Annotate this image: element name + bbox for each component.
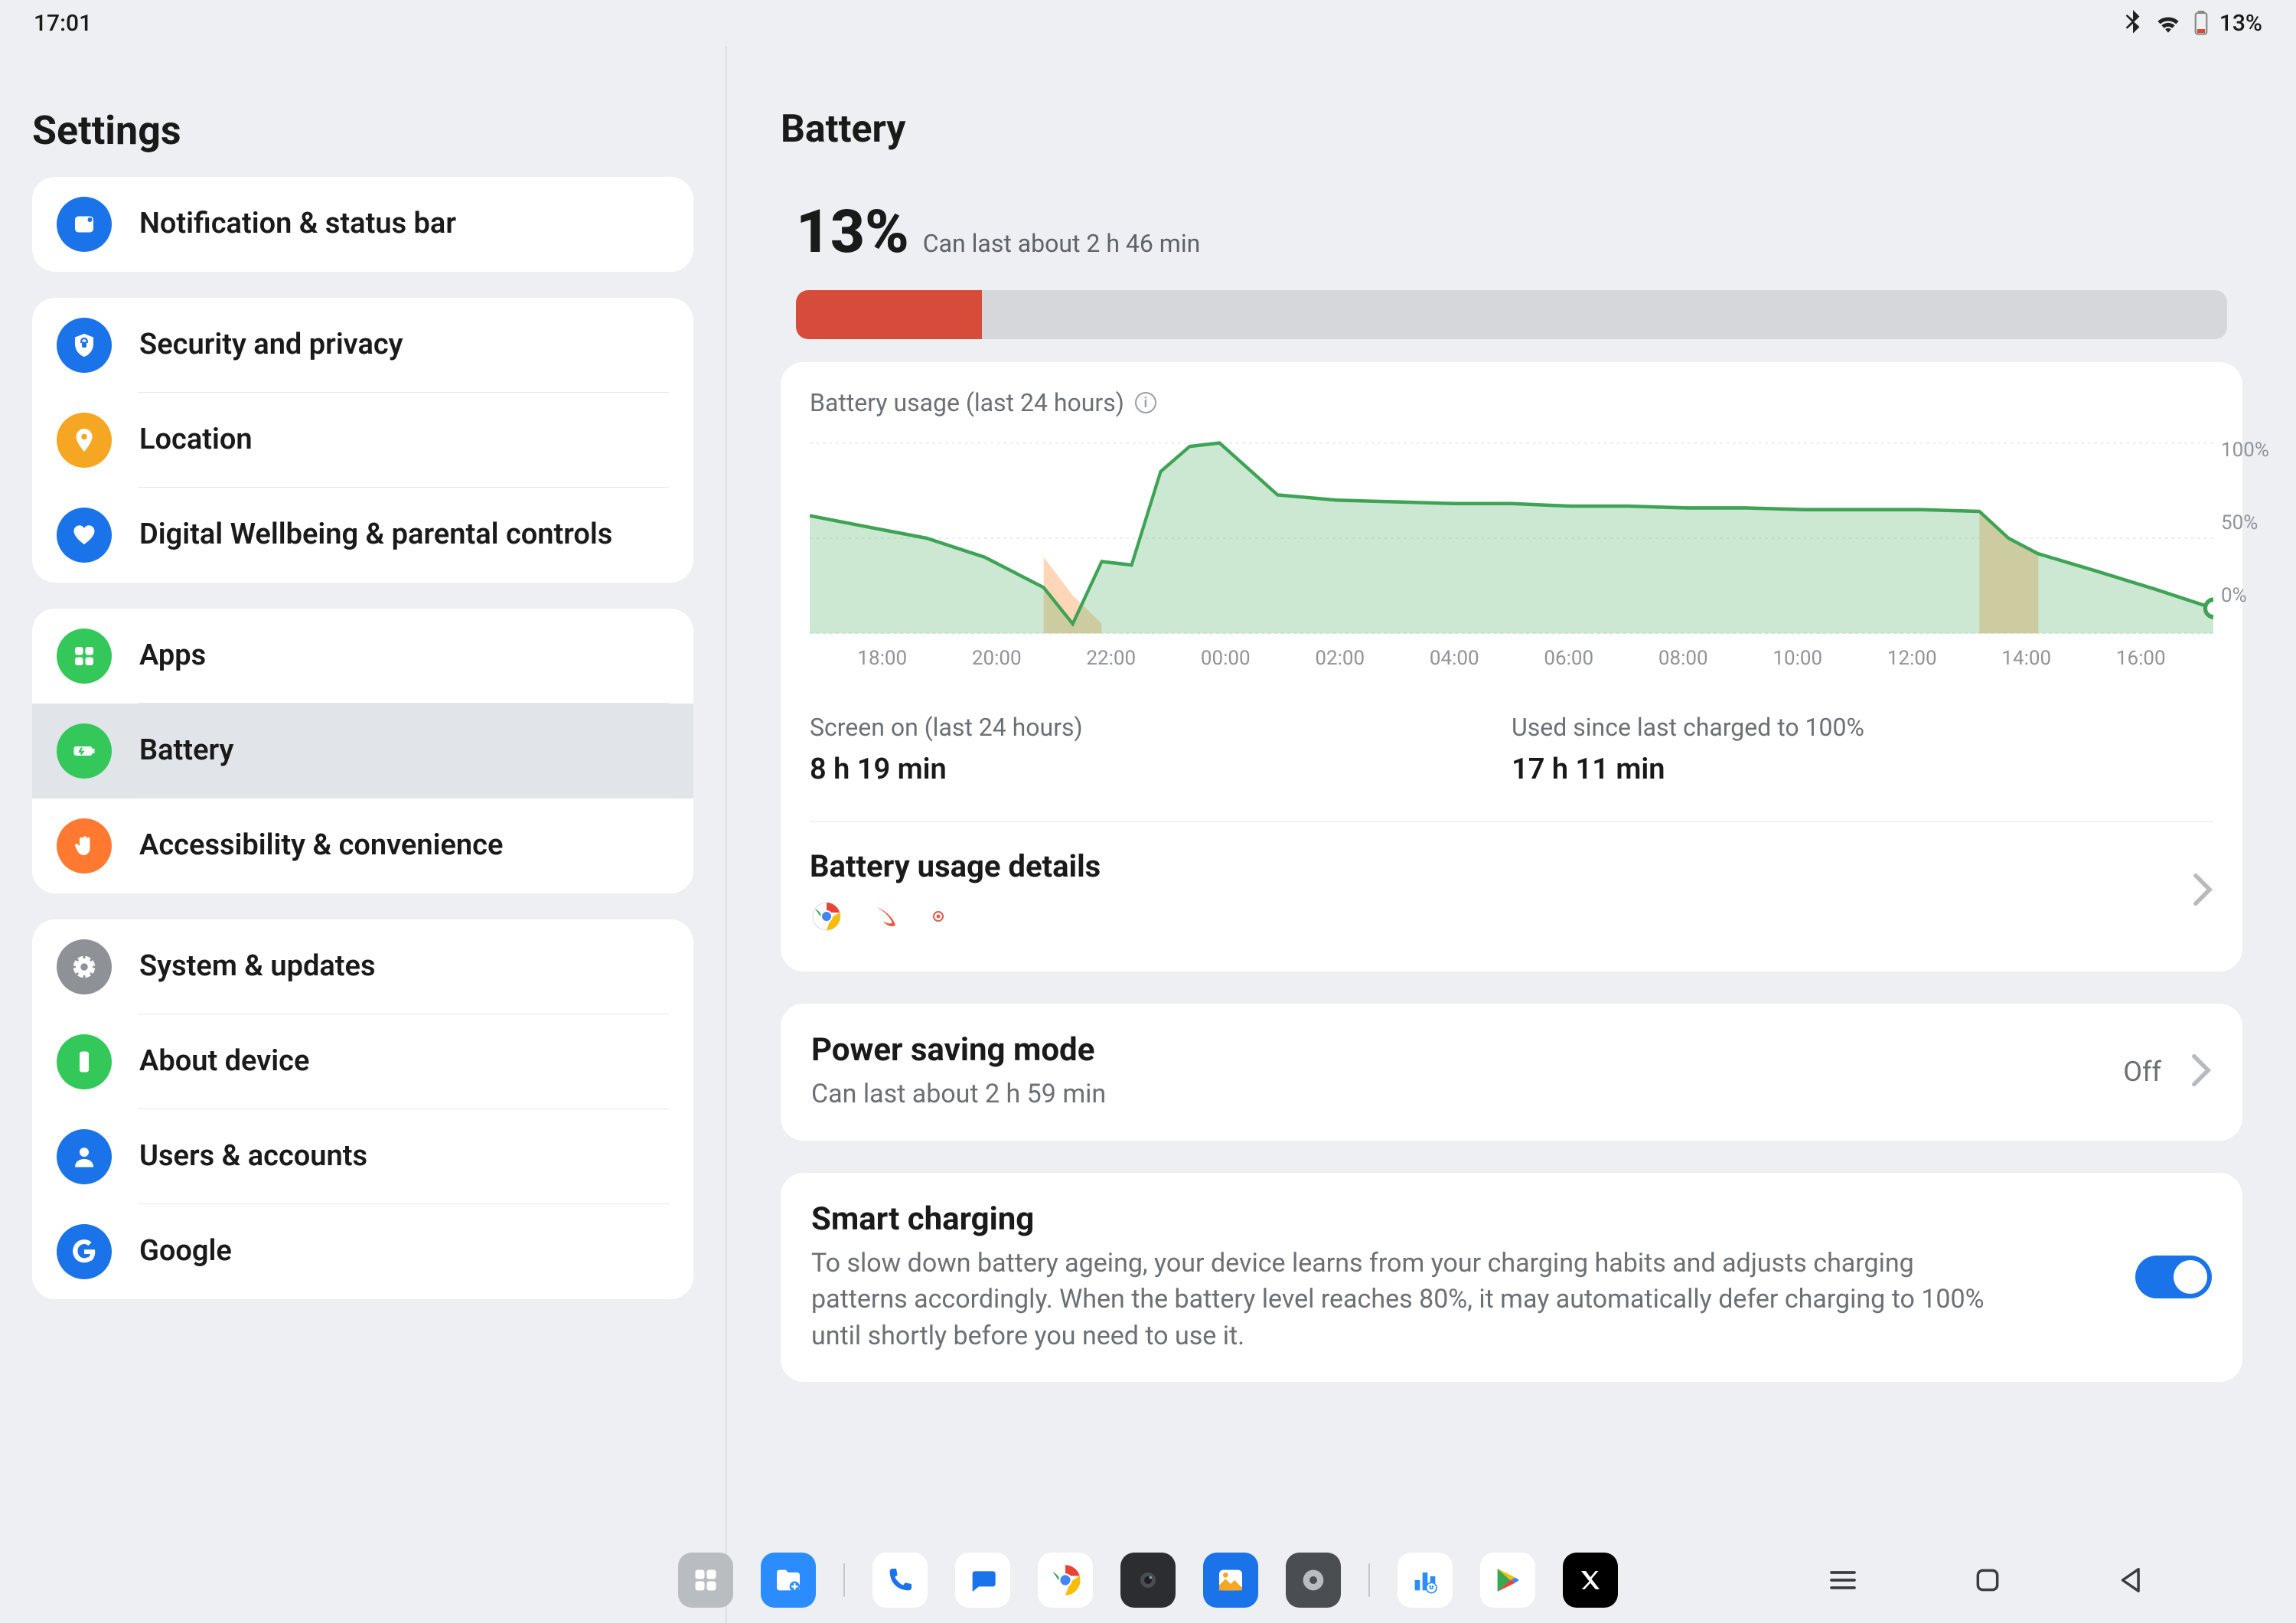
stats-app-icon[interactable] [1397,1553,1453,1608]
x-app-icon[interactable] [1563,1553,1618,1608]
sidebar-item-security[interactable]: Security and privacy [32,298,693,393]
usage-title: Battery usage (last 24 hours) [810,388,1124,417]
sidebar-item-label: Users & accounts [139,1138,367,1175]
device-icon [57,1034,112,1089]
sidebar-item-label: Google [139,1233,232,1270]
bluetooth-icon [2123,10,2143,36]
sidebar-group: System & updates About device Users & ac… [32,919,693,1299]
status-battery-pct: 13% [2219,10,2262,37]
sidebar-item-label: Location [139,422,253,459]
sidebar-item-label: Security and privacy [139,327,403,364]
messages-app-icon[interactable] [955,1553,1010,1608]
nav-recent-button[interactable] [1828,1568,1858,1592]
smart-charging-row[interactable]: Smart charging To slow down battery agei… [781,1173,2242,1383]
option-value: Off [2123,1056,2161,1088]
chevron-right-icon [2190,1053,2212,1090]
sidebar-item-about[interactable]: About device [32,1014,693,1109]
sidebar-item-wellbeing[interactable]: Digital Wellbeing & parental controls [32,488,693,583]
stat-value: 8 h 19 min [810,753,1512,786]
battery-usage-card: Battery usage (last 24 hours) i [781,362,2242,972]
since-charge-stat: Used since last charged to 100% 17 h 11 … [1512,713,2213,786]
battery-status-icon [2193,11,2209,35]
phone-app-icon[interactable] [872,1553,928,1608]
sidebar-item-notification[interactable]: Notification & status bar [32,177,693,272]
wifi-icon [2154,11,2183,34]
location-pin-icon [57,413,112,468]
sidebar-item-label: Battery [139,733,233,769]
settings-app-icon[interactable] [1286,1553,1341,1608]
sidebar-item-system[interactable]: System & updates [32,919,693,1014]
settings-sidebar[interactable]: Settings Notification & status bar Secur… [0,46,727,1623]
sidebar-item-label: About device [139,1043,309,1080]
stat-value: 17 h 11 min [1512,753,2213,786]
sidebar-item-label: Digital Wellbeing & parental controls [139,517,612,554]
swift-icon [869,900,903,933]
info-icon[interactable]: i [1135,392,1156,413]
sidebar-item-label: System & updates [139,949,376,985]
chart-x-axis: 18:0020:00 22:0000:00 02:0004:00 06:0008… [810,647,2213,678]
battery-level-bar [796,290,2227,339]
sidebar-group: Notification & status bar [32,177,693,272]
sidebar-item-label: Apps [139,638,206,674]
app-drawer-button[interactable] [678,1553,733,1608]
stat-label: Screen on (last 24 hours) [810,713,1512,742]
sidebar-item-apps[interactable]: Apps [32,609,693,704]
chrome-icon [810,900,843,933]
files-app-icon[interactable] [761,1553,816,1608]
battery-estimate: Can last about 2 h 46 min [923,229,1201,258]
battery-usage-details-row[interactable]: Battery usage details [810,822,2213,972]
sidebar-item-location[interactable]: Location [32,393,693,488]
option-subtitle: Can last about 2 h 59 min [811,1076,1990,1113]
apps-grid-icon [57,629,112,684]
notification-icon [57,197,112,252]
taskbar [0,1537,2296,1623]
smart-charging-toggle[interactable] [2135,1256,2212,1298]
gallery-app-icon[interactable] [1203,1553,1258,1608]
nav-back-button[interactable] [2117,1566,2143,1595]
chart-y-axis: 100% 50% 0% [2221,439,2282,607]
page-title: Battery [781,107,2242,152]
sidebar-item-battery[interactable]: Battery [32,704,693,798]
sidebar-group: Apps Battery Accessibility & convenience [32,609,693,893]
power-saving-row[interactable]: Power saving mode Can last about 2 h 59 … [781,1004,2242,1141]
status-bar: 17:01 13% [0,0,2296,46]
sidebar-item-accessibility[interactable]: Accessibility & convenience [32,798,693,893]
play-store-icon[interactable] [1480,1553,1535,1608]
option-title: Smart charging [811,1200,2115,1238]
camera-app-icon[interactable] [1120,1553,1176,1608]
chevron-right-icon [2192,873,2213,909]
google-g-icon [57,1224,112,1279]
nav-home-button[interactable] [1973,1566,2002,1595]
battery-percent: 13% [796,198,909,267]
status-time: 17:01 [34,10,92,37]
battery-icon [57,723,112,779]
details-title: Battery usage details [810,848,2192,884]
battery-usage-chart: 100% 50% 0% [810,439,2213,638]
smart-charging-card: Smart charging To slow down battery agei… [781,1173,2242,1383]
top-apps-icons [810,900,2192,933]
battery-detail-pane[interactable]: Battery 13% Can last about 2 h 46 min Ba… [727,46,2296,1623]
stat-label: Used since last charged to 100% [1512,713,2213,742]
option-subtitle: To slow down battery ageing, your device… [811,1246,1990,1355]
sidebar-group: Security and privacy Location Digital We… [32,298,693,583]
record-dot-icon [929,907,947,926]
heart-icon [57,508,112,563]
taskbar-separator [843,1563,845,1597]
sidebar-item-label: Accessibility & convenience [139,828,503,864]
sidebar-item-label: Notification & status bar [139,206,456,243]
gear-icon [57,939,112,994]
battery-level-fill [796,290,982,339]
sidebar-item-google[interactable]: Google [32,1204,693,1299]
power-saving-card: Power saving mode Can last about 2 h 59 … [781,1004,2242,1141]
chrome-app-icon[interactable] [1038,1553,1093,1608]
option-title: Power saving mode [811,1031,2103,1069]
person-icon [57,1129,112,1184]
sidebar-title: Settings [32,107,693,154]
hand-icon [57,818,112,874]
battery-summary: 13% Can last about 2 h 46 min [781,198,2242,362]
sidebar-item-users[interactable]: Users & accounts [32,1109,693,1204]
screen-on-stat: Screen on (last 24 hours) 8 h 19 min [810,713,1512,786]
taskbar-separator [1368,1563,1370,1597]
shield-icon [57,318,112,373]
